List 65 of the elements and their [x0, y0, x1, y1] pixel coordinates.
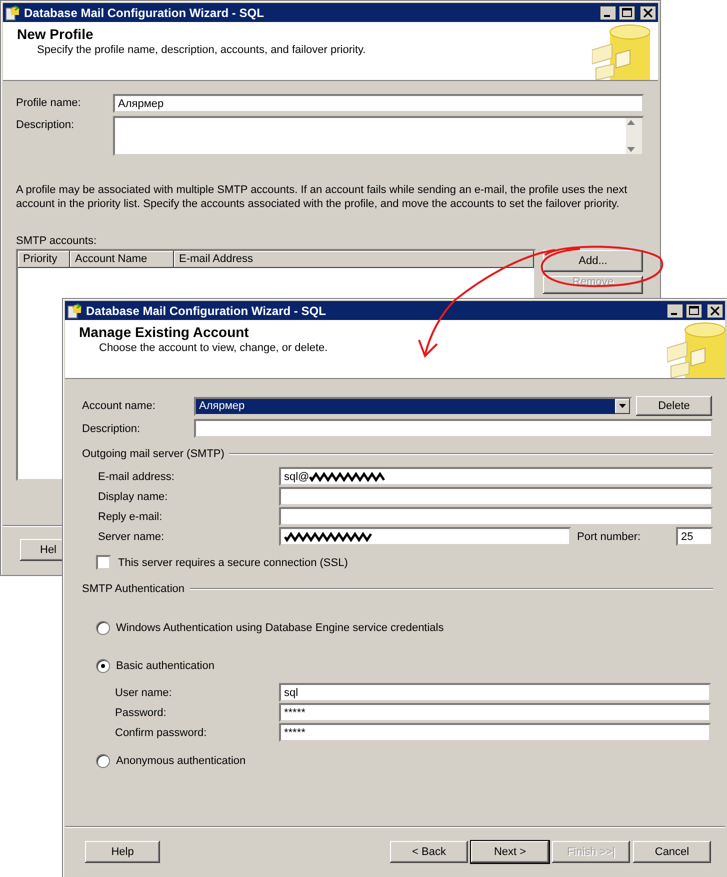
- info-paragraph: A profile may be associated with multiple SMTP accounts. If an account fails while sending an e-mail, the profile uses the next account in the priority list. Specify the accounts associated with the profile, and move the accounts to set the failover priority.: [16, 183, 628, 211]
- ssl-checkbox[interactable]: [96, 555, 111, 570]
- field-label: Profile name:: [16, 96, 82, 109]
- column-header[interactable]: Priority: [18, 251, 70, 268]
- column-header[interactable]: Account Name: [70, 251, 174, 268]
- database-mail-icon: [667, 322, 725, 378]
- add-button[interactable]: Add...: [542, 249, 644, 273]
- minimize-button[interactable]: [600, 6, 616, 20]
- window-title: Database Mail Configuration Wizard - SQL: [24, 6, 265, 20]
- field-label: Confirm password:: [115, 726, 208, 738]
- radio-label: Anonymous authentication: [116, 755, 246, 767]
- close-button[interactable]: [707, 304, 723, 318]
- text-field[interactable]: sql: [279, 683, 711, 702]
- group-title: Outgoing mail server (SMTP): [82, 448, 224, 460]
- field-label: Server name:: [98, 530, 166, 542]
- column-header[interactable]: E-mail Address: [174, 251, 534, 268]
- page-title: New Profile: [17, 26, 94, 42]
- radio-button[interactable]: [96, 754, 110, 768]
- maximize-button[interactable]: [619, 6, 635, 20]
- window-title: Database Mail Configuration Wizard - SQL: [86, 304, 327, 318]
- port-field[interactable]: 25: [676, 527, 713, 546]
- page-subtitle: Choose the account to view, change, or delete.: [98, 342, 329, 354]
- field-label: Description:: [16, 118, 76, 131]
- text-field[interactable]: sql@: [279, 467, 713, 486]
- accounts-label: SMTP accounts:: [16, 235, 98, 247]
- text-field[interactable]: *****: [279, 703, 711, 722]
- wizard-icon: [67, 302, 83, 318]
- scroll-up-icon: [626, 118, 636, 126]
- profile-name-field[interactable]: Алярмер: [113, 94, 644, 113]
- scrollbar[interactable]: [626, 118, 642, 154]
- text-field[interactable]: [279, 527, 571, 546]
- radio-label: Basic authentication: [116, 660, 214, 672]
- field-label: User name:: [115, 686, 173, 698]
- wizard-button[interactable]: Help: [84, 840, 161, 864]
- account-dropdown[interactable]: Алярмер: [194, 396, 632, 416]
- database-mail-icon: [592, 24, 650, 80]
- field-label: Password:: [115, 706, 168, 718]
- maximize-button[interactable]: [686, 304, 702, 318]
- page-subtitle: Specify the profile name, description, accounts, and failover priority.: [36, 44, 367, 56]
- description-field[interactable]: [113, 116, 644, 156]
- field-label: Description:: [82, 422, 142, 434]
- field-label: E-mail address:: [98, 470, 176, 482]
- field-label: Account name:: [82, 400, 156, 412]
- text-field[interactable]: [279, 487, 713, 506]
- field-label: Reply e-mail:: [98, 510, 164, 522]
- radio-button[interactable]: [96, 659, 110, 673]
- page-title: Manage Existing Account: [79, 324, 250, 340]
- wizard-icon: [5, 4, 21, 20]
- radio-button[interactable]: [96, 621, 110, 635]
- scroll-down-icon: [626, 146, 636, 154]
- checkbox-label: This server requires a secure connection (SSL): [118, 556, 348, 568]
- dropdown-arrow-icon: [619, 404, 626, 408]
- text-field[interactable]: [279, 507, 713, 526]
- wizard-button[interactable]: < Back: [389, 840, 469, 864]
- minimize-button[interactable]: [667, 304, 683, 318]
- close-button[interactable]: [640, 6, 656, 20]
- wizard-button[interactable]: Cancel: [632, 840, 712, 864]
- wizard-button[interactable]: Next >: [470, 840, 550, 864]
- description-field[interactable]: [194, 419, 713, 438]
- field-label: Display name:: [98, 490, 169, 502]
- radio-label: Windows Authentication using Database Engine service credentials: [116, 622, 444, 634]
- text-field[interactable]: *****: [279, 723, 711, 742]
- group-title: SMTP Authentication: [82, 583, 185, 595]
- field-label: Port number:: [577, 530, 642, 542]
- delete-button[interactable]: Delete: [635, 395, 713, 417]
